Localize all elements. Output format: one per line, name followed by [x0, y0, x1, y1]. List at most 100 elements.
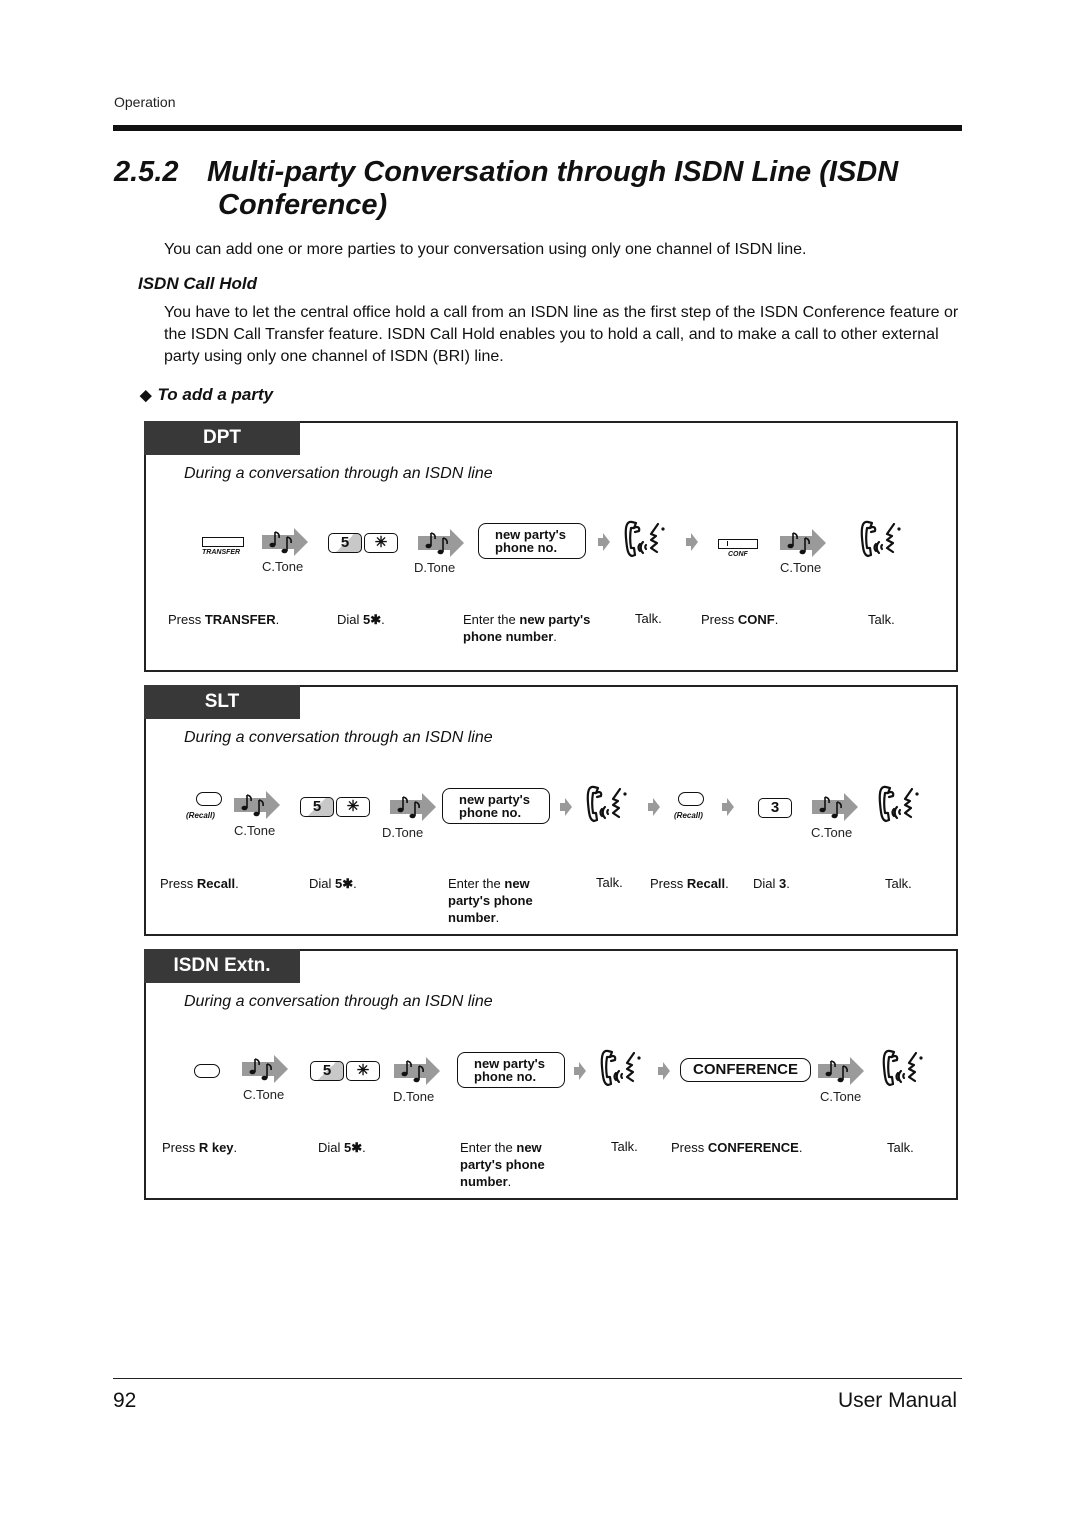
next-arrow-icon — [574, 1062, 586, 1080]
c-tone-label: C.Tone — [820, 1089, 862, 1104]
caption-text: Enter the — [448, 876, 505, 891]
caption-text: Dial — [337, 612, 364, 627]
dpt-subtitle: During a conversation through an ISDN li… — [184, 465, 493, 482]
confirmation-tone-arrow-icon — [779, 528, 827, 558]
caption-talk: Talk. — [611, 1139, 638, 1154]
caption-bold: new — [516, 1140, 542, 1155]
caption-bold: party's phone — [460, 1157, 545, 1172]
running-head: Operation — [114, 94, 176, 110]
caption-enter-number: Enter the new party's phone number. — [463, 612, 591, 644]
caption-press-recall-2: Press Recall. — [650, 876, 729, 891]
intro-text: You can add one or more parties to your … — [164, 241, 807, 258]
confirmation-tone-arrow-icon — [233, 790, 281, 820]
caption-bold: TRANSFER — [204, 612, 276, 627]
transfer-key-label: TRANSFER — [202, 549, 241, 556]
confirmation-tone-arrow-icon — [817, 1056, 865, 1086]
key-star: ✳ — [364, 533, 398, 553]
caption-bold: new — [504, 876, 530, 891]
recall-key-icon — [196, 792, 222, 806]
d-tone-label: D.Tone — [382, 825, 424, 840]
diamond-icon: ◆ — [140, 387, 152, 404]
section-title-line2: Conference) — [218, 189, 388, 221]
conf-key-label: CONF — [728, 551, 748, 558]
c-tone-label: C.Tone — [243, 1087, 285, 1102]
talk-icon — [878, 785, 920, 823]
talk-icon — [586, 785, 628, 823]
caption-bold: number — [448, 910, 496, 925]
talk-icon — [600, 1049, 642, 1087]
slt-subtitle: During a conversation through an ISDN li… — [184, 729, 493, 746]
r-key-icon — [194, 1064, 220, 1078]
caption-bold: phone number — [463, 629, 554, 644]
caption-text: Enter the — [463, 612, 520, 627]
key-star: ✳ — [336, 797, 370, 817]
confirmation-tone-arrow-icon — [811, 792, 859, 822]
d-tone-label: D.Tone — [393, 1089, 435, 1104]
key-5: 5 — [310, 1061, 344, 1081]
talk-icon — [882, 1049, 924, 1087]
caption-dial-3: Dial 3. — [753, 876, 790, 891]
caption-text: Press — [701, 612, 738, 627]
caption-bold: Recall — [196, 876, 236, 891]
bullet-heading: ◆ To add a party — [140, 385, 273, 405]
dial-tone-arrow-icon — [389, 792, 437, 822]
caption-bold: party's phone — [448, 893, 533, 908]
caption-text: Enter the — [460, 1140, 517, 1155]
subheading: ISDN Call Hold — [138, 274, 258, 293]
caption-press-transfer: Press TRANSFER. — [168, 612, 280, 627]
top-rule — [113, 125, 962, 131]
talk-icon — [624, 520, 666, 558]
talk-icon — [860, 520, 902, 558]
c-tone-label: C.Tone — [811, 825, 853, 840]
caption-talk: Talk. — [635, 611, 662, 626]
caption-press-recall: Press Recall. — [160, 876, 239, 891]
caption-bold: R key — [198, 1140, 234, 1155]
entry-line2: phone no. — [459, 805, 522, 820]
key-star: ✳ — [346, 1061, 380, 1081]
key-3: 3 — [758, 798, 792, 818]
dial-tone-arrow-icon — [393, 1056, 441, 1086]
d-tone-label: D.Tone — [414, 560, 456, 575]
caption-text: Press — [162, 1140, 199, 1155]
caption-bold: 5✱ — [363, 612, 382, 627]
page-number: 92 — [113, 1389, 137, 1412]
confirmation-tone-arrow-icon — [241, 1054, 289, 1084]
next-arrow-icon — [598, 533, 610, 551]
next-arrow-icon — [648, 798, 660, 816]
key-5: 5 — [328, 533, 362, 553]
caption-enter-number: Enter the new party's phone number. — [460, 1140, 545, 1189]
next-arrow-icon — [658, 1062, 670, 1080]
c-tone-label: C.Tone — [780, 560, 822, 575]
recall-key-icon — [678, 792, 704, 806]
next-arrow-icon — [722, 798, 734, 816]
caption-text: Press — [160, 876, 197, 891]
next-arrow-icon — [560, 798, 572, 816]
dpt-panel: DPT During a conversation through an ISD… — [144, 421, 958, 672]
caption-bold: CONF — [737, 612, 775, 627]
confirmation-tone-arrow-icon — [261, 527, 309, 557]
slt-panel: SLT During a conversation through an ISD… — [144, 685, 958, 936]
conf-key-icon — [718, 539, 758, 549]
entry-line2: phone no. — [495, 540, 558, 555]
isdn-extn-tab: ISDN Extn. — [144, 949, 300, 983]
caption-enter-number: Enter the new party's phone number. — [448, 876, 533, 925]
caption-bold: 3 — [779, 876, 787, 891]
caption-text: Dial — [309, 876, 336, 891]
caption-bold: Recall — [686, 876, 726, 891]
caption-bold: number — [460, 1174, 508, 1189]
caption-talk: Talk. — [885, 876, 912, 891]
next-arrow-icon — [686, 533, 698, 551]
caption-text: Dial — [753, 876, 780, 891]
manual-title: User Manual — [837, 1389, 957, 1412]
c-tone-label: C.Tone — [262, 559, 304, 574]
recall-key-label: (Recall) — [674, 811, 703, 820]
caption-talk: Talk. — [868, 612, 895, 627]
section-number: 2.5.2 — [114, 156, 179, 188]
bullet-heading-text: To add a party — [157, 385, 274, 404]
caption-dial: Dial 5✱. — [309, 876, 357, 891]
caption-press-conference: Press CONFERENCE. — [671, 1140, 803, 1155]
caption-text: Press — [671, 1140, 708, 1155]
caption-text: Dial — [318, 1140, 345, 1155]
phone-number-entry-icon: new party's phone no. — [478, 523, 586, 559]
caption-talk: Talk. — [596, 875, 623, 890]
